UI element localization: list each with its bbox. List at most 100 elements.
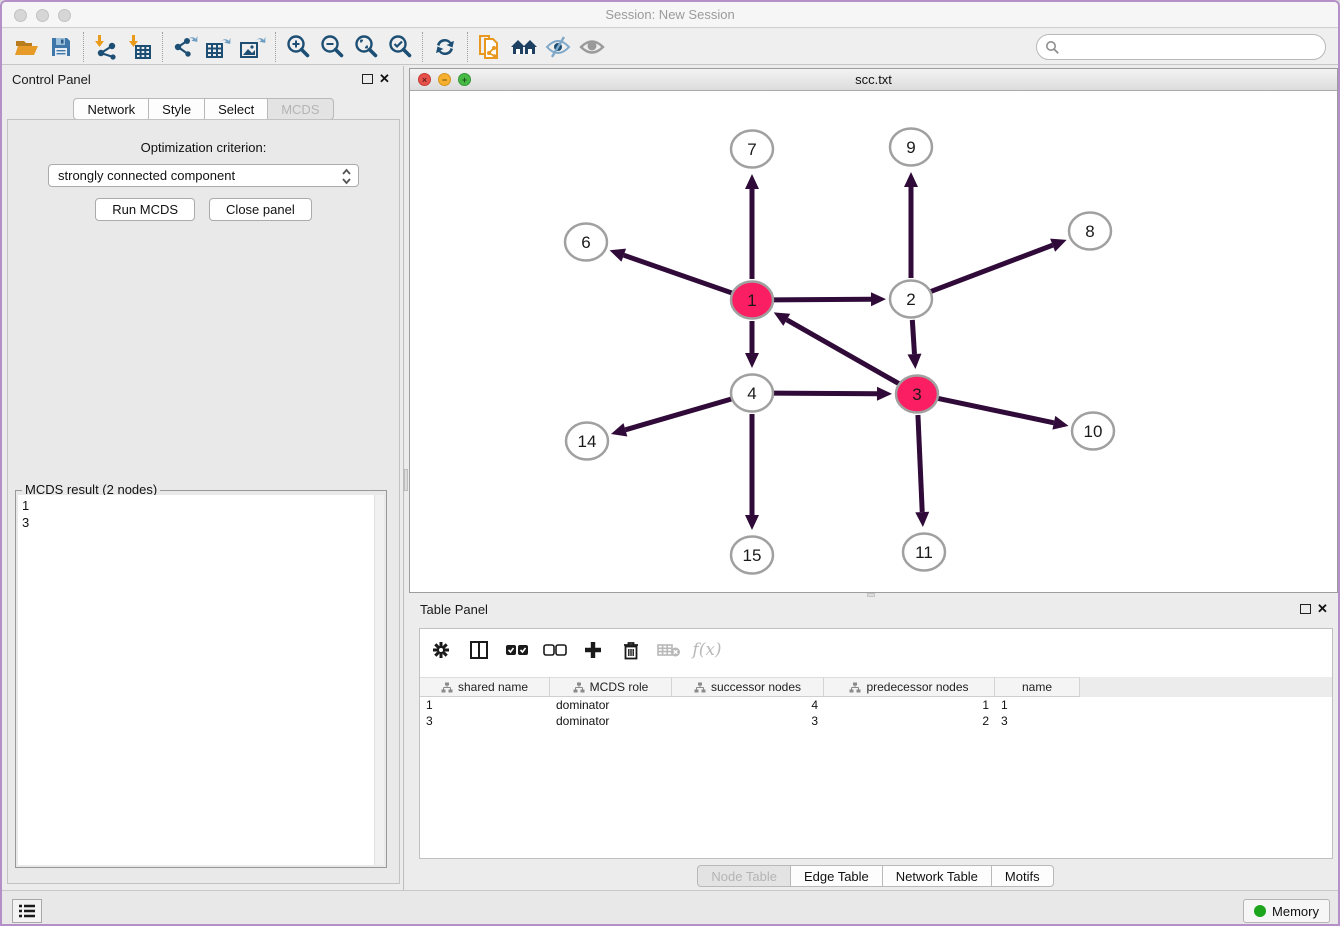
task-history-button[interactable] (12, 899, 42, 923)
application-window: Session: New Session (0, 0, 1340, 926)
mcds-result-text[interactable]: 1 3 (18, 495, 374, 865)
column-label: successor nodes (711, 680, 801, 694)
result-line: 1 (22, 497, 370, 514)
table-cell[interactable]: 2 (824, 713, 995, 729)
table-cell[interactable]: 1 (420, 697, 550, 713)
zoom-fit-icon (353, 34, 379, 60)
tab-select[interactable]: Select (204, 98, 267, 120)
control-panel-tabs: Network Style Select MCDS (2, 98, 405, 120)
graph-node-label: 10 (1084, 422, 1103, 441)
graph-edge-2-8[interactable] (931, 245, 1053, 291)
import-network-icon (93, 34, 119, 60)
zoom-selected-icon (387, 34, 413, 60)
vertical-splitter[interactable] (403, 66, 408, 890)
graph-edge-4-14[interactable] (625, 399, 731, 430)
column-header-successor-nodes[interactable]: successor nodes (672, 677, 824, 697)
function-builder-button[interactable]: f(x) (694, 637, 720, 663)
run-mcds-button[interactable]: Run MCDS (95, 198, 195, 221)
float-panel-icon[interactable] (1300, 604, 1311, 614)
table-cell[interactable]: dominator (550, 697, 672, 713)
close-panel-button[interactable]: Close panel (209, 198, 312, 221)
search-box[interactable] (1036, 34, 1326, 60)
import-network-button[interactable] (89, 32, 123, 62)
graph-node-label: 4 (747, 384, 756, 403)
table-row[interactable]: 1dominator411 (420, 697, 1332, 713)
zoom-fit-button[interactable] (349, 32, 383, 62)
zoom-out-button[interactable] (315, 32, 349, 62)
control-panel-header: Control Panel ✕ (2, 66, 405, 92)
table-row[interactable]: 3dominator323 (420, 713, 1332, 729)
close-panel-icon[interactable]: ✕ (379, 71, 390, 87)
tab-edge-table[interactable]: Edge Table (790, 865, 882, 887)
graph-edge-arrowhead (1052, 416, 1068, 430)
graph-edge-arrowhead (745, 515, 759, 530)
graph-edge-arrowhead (745, 353, 759, 368)
column-header-MCDS-role[interactable]: MCDS role (550, 677, 672, 697)
eye-icon (578, 35, 606, 59)
table-cell[interactable]: 1 (995, 697, 1080, 713)
graph-edge-2-3[interactable] (912, 320, 914, 354)
table-cell[interactable]: 3 (672, 713, 824, 729)
hide-selected-button[interactable] (541, 32, 575, 62)
import-table-button[interactable] (123, 32, 157, 62)
float-panel-icon[interactable] (362, 74, 373, 84)
export-table-button[interactable] (202, 32, 236, 62)
graph-edge-4-3[interactable] (773, 393, 877, 394)
tab-style[interactable]: Style (148, 98, 204, 120)
delete-column-button[interactable] (618, 637, 644, 663)
table-cell[interactable]: 3 (995, 713, 1080, 729)
export-image-button[interactable] (236, 32, 270, 62)
deselect-all-columns-button[interactable] (542, 637, 568, 663)
create-column-button[interactable] (580, 637, 606, 663)
optimization-criterion-select[interactable]: strongly connected component (48, 164, 359, 187)
graph-edge-1-6[interactable] (624, 255, 732, 293)
table-cell[interactable]: 1 (824, 697, 995, 713)
graph-edge-arrowhead (904, 172, 918, 187)
select-all-columns-button[interactable] (504, 637, 530, 663)
tab-node-table[interactable]: Node Table (697, 865, 790, 887)
tab-motifs[interactable]: Motifs (991, 865, 1054, 887)
result-scrollbar[interactable] (374, 495, 384, 865)
duplicate-network-button[interactable] (473, 32, 507, 62)
open-session-button[interactable] (10, 32, 44, 62)
table-settings-button[interactable] (428, 637, 454, 663)
network-graph-canvas[interactable]: 1234678910111415 (410, 91, 1337, 592)
splitter-handle[interactable] (404, 469, 408, 491)
plus-icon (583, 640, 603, 660)
zoom-selected-button[interactable] (383, 32, 417, 62)
table-cell[interactable]: dominator (550, 713, 672, 729)
tree-icon (849, 682, 861, 693)
toolbar-separator (422, 32, 423, 62)
delete-table-button[interactable] (656, 637, 682, 663)
show-column-panel-button[interactable] (466, 637, 492, 663)
tab-network[interactable]: Network (73, 98, 148, 120)
save-session-button[interactable] (44, 32, 78, 62)
close-panel-icon[interactable]: ✕ (1317, 601, 1328, 617)
graph-node-label: 14 (578, 432, 597, 451)
zoom-in-button[interactable] (281, 32, 315, 62)
column-header-shared-name[interactable]: shared name (420, 677, 550, 697)
tab-network-table[interactable]: Network Table (882, 865, 991, 887)
column-header-predecessor-nodes[interactable]: predecessor nodes (824, 677, 995, 697)
graph-edge-1-2[interactable] (773, 299, 871, 300)
graph-edge-3-1[interactable] (787, 320, 899, 384)
graph-edge-3-10[interactable] (938, 398, 1054, 422)
duplicate-network-icon (477, 33, 503, 61)
memory-button[interactable]: Memory (1243, 899, 1330, 923)
table-cell[interactable]: 4 (672, 697, 824, 713)
export-table-icon (205, 34, 233, 60)
show-all-button[interactable] (575, 32, 609, 62)
column-header-name[interactable]: name (995, 677, 1080, 697)
graph-edge-3-11[interactable] (918, 415, 922, 512)
search-input[interactable] (1065, 40, 1325, 55)
column-label: predecessor nodes (866, 680, 968, 694)
tree-icon (694, 682, 706, 693)
apply-layout-button[interactable] (428, 32, 462, 62)
toolbar-separator (162, 32, 163, 62)
first-neighbors-button[interactable] (507, 32, 541, 62)
tab-mcds[interactable]: MCDS (267, 98, 333, 120)
dropdown-value: strongly connected component (58, 168, 235, 183)
table-cell[interactable]: 3 (420, 713, 550, 729)
graph-edge-arrowhead (611, 423, 627, 436)
export-network-button[interactable] (168, 32, 202, 62)
